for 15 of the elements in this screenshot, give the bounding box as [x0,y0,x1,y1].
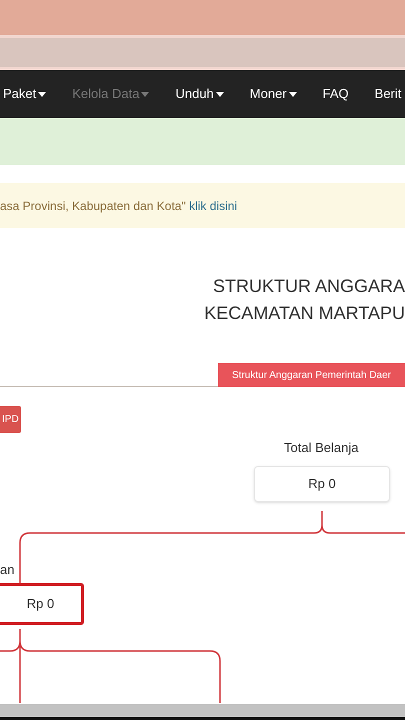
page-title: STRUKTUR ANGGARA [212,275,405,298]
nav-link[interactable]: Moner [250,84,297,104]
notice-link[interactable]: klik disini [189,198,238,212]
page-title: KECAMATAN MARTAPU [204,302,405,325]
nav-link[interactable]: Berit [374,84,402,104]
section-tab[interactable]: Struktur Anggaran Pemerintah Daer [218,363,405,387]
nav-link[interactable]: FAQ [322,84,349,104]
budget-node[interactable]: Rp 0 [254,466,390,502]
budget-node[interactable]: Rp 0 [0,583,84,625]
ipd-button[interactable]: IPD [0,406,21,433]
node-label: an [0,561,14,579]
notice-text: asa Provinsi, Kabupaten dan Kota" klik disini [0,198,238,214]
nav-link[interactable]: Unduh [175,84,224,104]
node-label: Total Belanja [284,439,358,457]
nav-link[interactable]: Paket [3,84,46,104]
